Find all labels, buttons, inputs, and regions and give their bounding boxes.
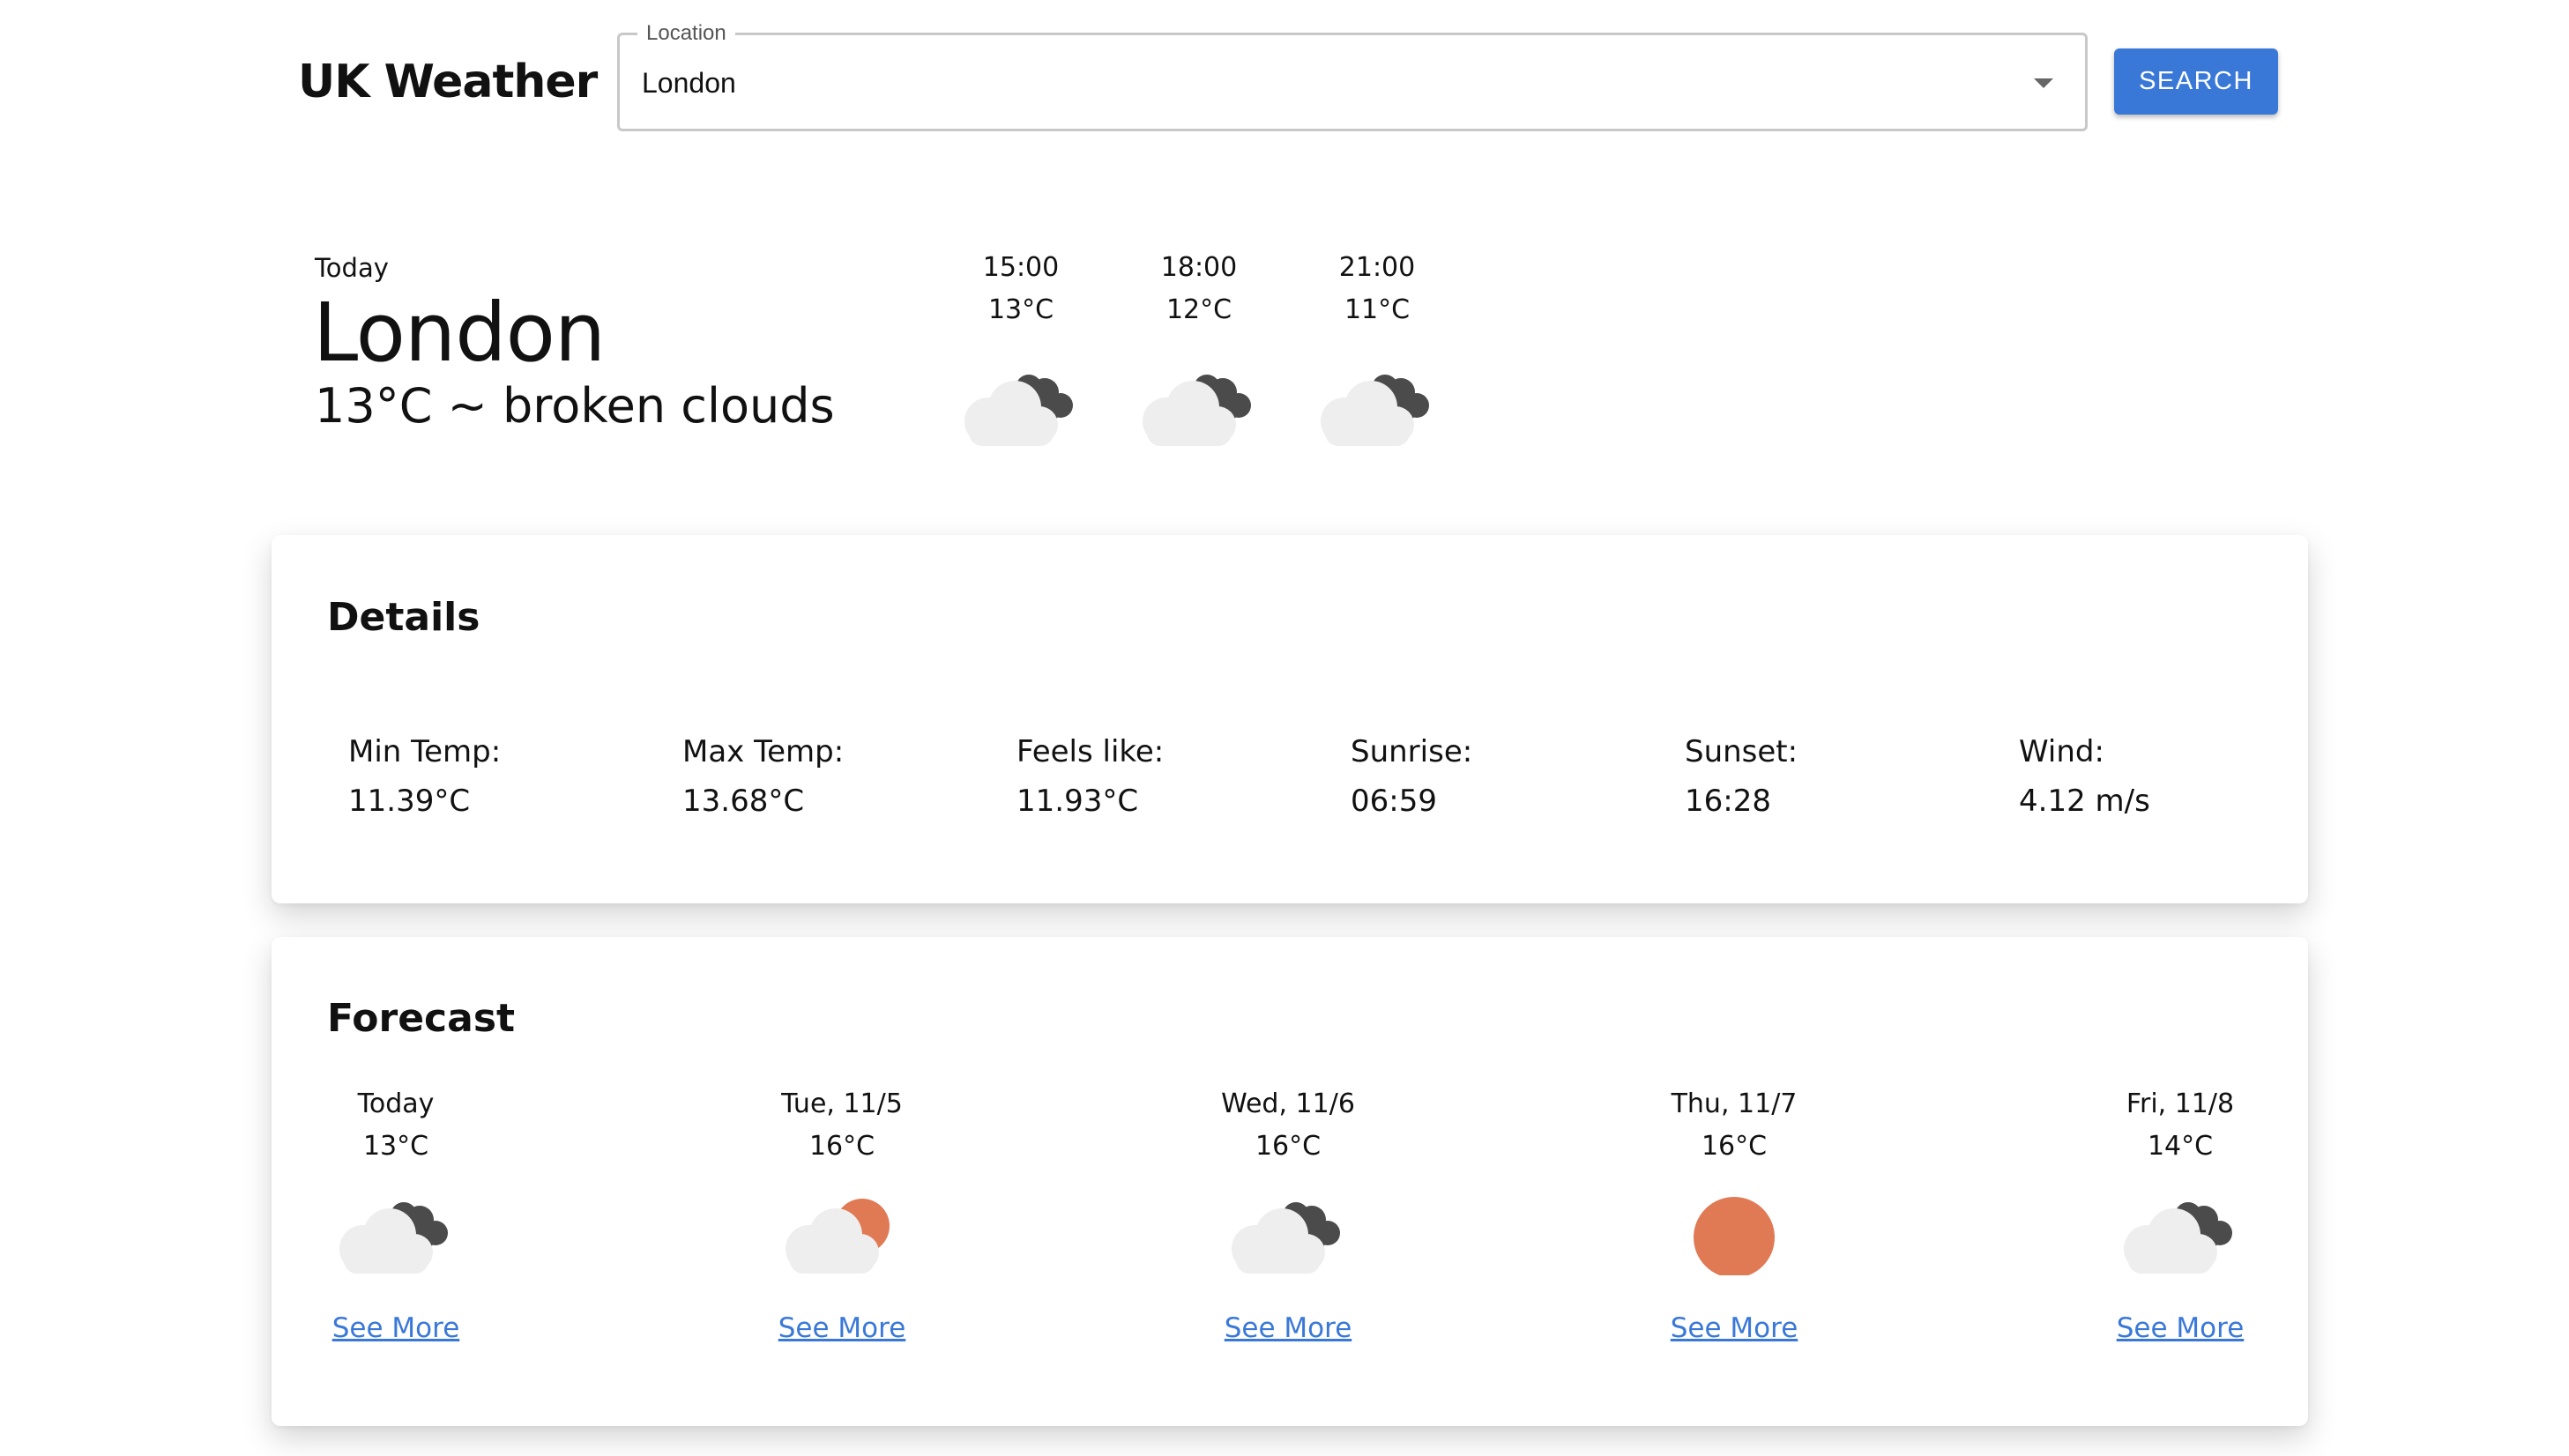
- search-button[interactable]: SEARCH: [2114, 48, 2278, 115]
- broken-clouds-icon: [1321, 375, 1429, 446]
- detail-label: Max Temp:: [682, 734, 845, 769]
- detail-feels-like: Feels like: 11.93°C: [1016, 727, 1334, 826]
- see-more-link[interactable]: See More: [1225, 1312, 1352, 1344]
- forecast-title: Forecast: [327, 996, 516, 1041]
- see-more-link[interactable]: See More: [332, 1312, 460, 1344]
- details-title: Details: [327, 595, 480, 640]
- forecast-day: Wed, 11/6 16°C See More: [1191, 1083, 1385, 1344]
- broken-clouds-icon: [964, 375, 1073, 446]
- location-select[interactable]: Location London: [617, 16, 2088, 131]
- detail-label: Min Temp:: [348, 734, 502, 769]
- forecast-day: Fri, 11/8 14°C See More: [2083, 1083, 2277, 1344]
- hourly-item: 21:00 11°C: [1307, 247, 1448, 448]
- see-more-link[interactable]: See More: [778, 1312, 906, 1344]
- forecast-day: Tue, 11/5 16°C See More: [745, 1083, 939, 1344]
- location-label: Location: [637, 16, 735, 51]
- forecast-date: Wed, 11/6: [1221, 1088, 1355, 1119]
- location-value[interactable]: London: [642, 62, 736, 104]
- city-name: London: [313, 286, 606, 380]
- detail-label: Sunrise:: [1351, 734, 1473, 769]
- sun-behind-cloud-icon: [786, 1199, 890, 1274]
- forecast-temp: 16°C: [1701, 1131, 1768, 1162]
- hourly-item: 18:00 12°C: [1128, 247, 1270, 448]
- forecast-temp: 16°C: [808, 1131, 875, 1162]
- detail-sunset: Sunset: 16:28: [1685, 727, 2002, 826]
- detail-value: 06:59: [1351, 784, 1437, 819]
- hourly-item: 15:00 13°C: [950, 247, 1091, 448]
- see-more-link[interactable]: See More: [2117, 1312, 2245, 1344]
- hourly-temp: 12°C: [1165, 294, 1232, 325]
- detail-value: 13.68°C: [682, 784, 805, 819]
- detail-value: 16:28: [1685, 784, 1771, 819]
- see-more-link[interactable]: See More: [1671, 1312, 1798, 1344]
- detail-max-temp: Max Temp: 13.68°C: [682, 727, 1000, 826]
- current-summary: 13°C ~ broken clouds: [315, 378, 835, 434]
- detail-label: Wind:: [2019, 734, 2104, 769]
- broken-clouds-icon: [2124, 1202, 2232, 1274]
- broken-clouds-icon: [1143, 375, 1251, 446]
- detail-wind: Wind: 4.12 m/s: [2019, 727, 2336, 826]
- forecast-day: Thu, 11/7 16°C See More: [1637, 1083, 1831, 1344]
- hourly-temp: 11°C: [1344, 294, 1411, 325]
- forecast-date: Tue, 11/5: [781, 1088, 903, 1119]
- forecast-date: Thu, 11/7: [1671, 1088, 1798, 1119]
- forecast-temp: 14°C: [2147, 1131, 2214, 1162]
- forecast-card: Forecast Today 13°C See More Tue, 11/5 1…: [272, 937, 2308, 1426]
- forecast-date: Today: [357, 1088, 435, 1119]
- detail-value: 11.93°C: [1016, 784, 1139, 819]
- detail-min-temp: Min Temp: 11.39°C: [348, 727, 666, 826]
- forecast-temp: 13°C: [362, 1131, 429, 1162]
- detail-sunrise: Sunrise: 06:59: [1351, 727, 1668, 826]
- hourly-temp: 13°C: [987, 294, 1054, 325]
- details-card: Details Min Temp: 11.39°C Max Temp: 13.6…: [272, 535, 2308, 903]
- hourly-time: 18:00: [1160, 252, 1238, 283]
- forecast-temp: 16°C: [1255, 1131, 1322, 1162]
- hourly-time: 15:00: [982, 252, 1060, 283]
- hourly-time: 21:00: [1338, 252, 1416, 283]
- app-title: UK Weather: [298, 56, 598, 108]
- dropdown-arrow-icon[interactable]: [2034, 78, 2053, 88]
- broken-clouds-icon: [1232, 1202, 1340, 1274]
- sun-icon: [1694, 1197, 1775, 1275]
- broken-clouds-icon: [339, 1202, 448, 1274]
- forecast-day: Today 13°C See More: [299, 1083, 493, 1344]
- forecast-date: Fri, 11/8: [2126, 1088, 2235, 1119]
- detail-value: 4.12 m/s: [2019, 784, 2150, 819]
- detail-label: Sunset:: [1685, 734, 1798, 769]
- detail-value: 11.39°C: [348, 784, 471, 819]
- detail-label: Feels like:: [1016, 734, 1165, 769]
